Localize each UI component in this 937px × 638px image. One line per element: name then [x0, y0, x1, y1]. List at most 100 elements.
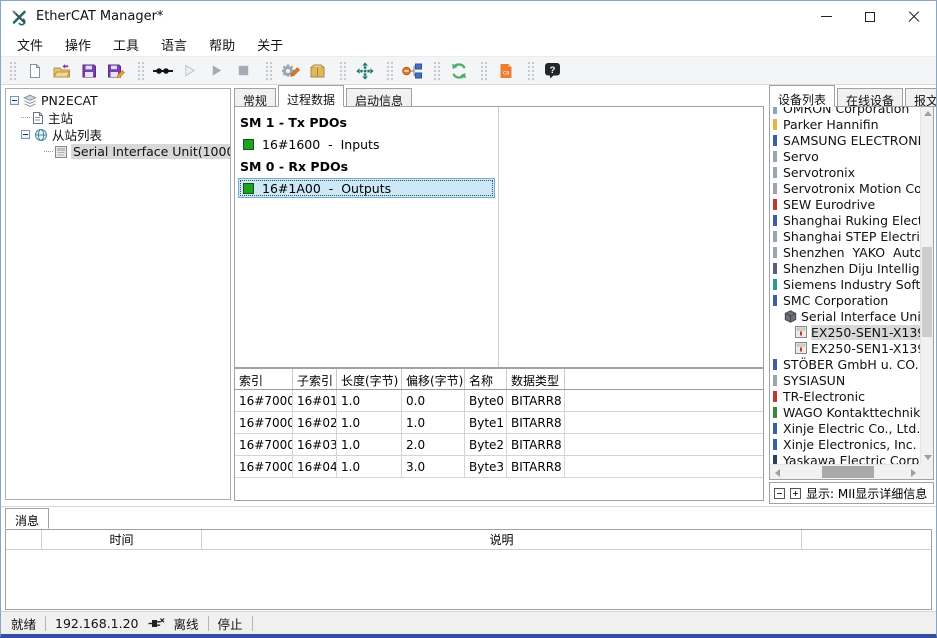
save-button[interactable] — [76, 58, 101, 83]
tree-branch-line — [44, 151, 53, 152]
device-list-item[interactable]: Xinje Electric Co., Ltd. — [770, 420, 920, 436]
tab-center-2[interactable]: 启动信息 — [346, 88, 413, 108]
tree-branch-line — [21, 117, 30, 118]
help-button[interactable]: ? — [540, 58, 565, 83]
table-cell: 16#7000 — [235, 412, 293, 433]
menu-item-2[interactable]: 工具 — [102, 32, 150, 57]
device-list-item[interactable]: SYSIASUN — [770, 372, 920, 388]
device-list-item[interactable]: Servotronix Motion Con — [770, 180, 920, 196]
horizontal-scroll-thumb[interactable] — [822, 466, 874, 478]
pdo-checkbox[interactable] — [243, 182, 254, 194]
run-outline-icon — [185, 64, 196, 77]
node-config-button[interactable] — [399, 58, 424, 83]
menu-item-5[interactable]: 关于 — [246, 32, 294, 57]
device-list-item[interactable]: WAGO Kontakttechnik ( — [770, 404, 920, 420]
device-list-item[interactable]: SAMSUNG ELECTRONIC — [770, 132, 920, 148]
table-cell: BITARR8 — [507, 390, 565, 411]
tab-right-0[interactable]: 设备列表 — [769, 85, 836, 107]
table-row[interactable]: 16#7000 16#02 1.0 1.0 Byte1 BITARR8 — [235, 412, 763, 434]
stop-button[interactable] — [231, 58, 256, 83]
export-log-button[interactable]: ca — [493, 58, 518, 83]
horizontal-scrollbar[interactable] — [770, 464, 920, 479]
tree-node-root[interactable]: PN2ECAT — [6, 92, 230, 109]
device-list-item[interactable]: Servotronix — [770, 164, 920, 180]
device-list-item[interactable]: Shenzhen YAKO Autor — [770, 244, 920, 260]
stop-icon — [238, 65, 249, 76]
new-file-button[interactable] — [22, 58, 47, 83]
menu-item-3[interactable]: 语言 — [150, 32, 198, 57]
pdo-item[interactable]: 16#1600 - Inputs — [238, 134, 495, 154]
device-label: Yaskawa Electric Corpor — [783, 452, 920, 465]
device-list-item[interactable]: Parker Hannifin — [770, 116, 920, 132]
minimize-button[interactable] — [804, 1, 848, 32]
device-list-item[interactable]: Serial Interface Unit — [770, 308, 920, 324]
pdo-label: 16#1600 - Inputs — [262, 136, 380, 152]
vertical-scrollbar[interactable] — [920, 107, 933, 464]
network-disconnected-icon — [148, 617, 165, 630]
tree-node-master[interactable]: 主站 — [6, 109, 230, 126]
device-list-item[interactable]: Shanghai Ruking Electro — [770, 212, 920, 228]
tab-center-1[interactable]: 过程数据 — [278, 85, 345, 107]
run-outline-button[interactable] — [177, 58, 202, 83]
tree-node-slave-list[interactable]: 从站列表 — [6, 126, 230, 143]
table-row[interactable]: 16#7000 16#04 1.0 3.0 Byte3 BITARR8 — [235, 456, 763, 478]
tab-center-0[interactable]: 常规 — [234, 88, 277, 108]
device-label: SAMSUNG ELECTRONIC — [783, 132, 920, 148]
device-list-item[interactable]: Shanghai STEP Electric — [770, 228, 920, 244]
close-icon — [908, 11, 920, 23]
device-list-item[interactable]: Shenzhen Diju Intelliger — [770, 260, 920, 276]
run-button[interactable] — [204, 58, 229, 83]
tab-messages[interactable]: 消息 — [5, 508, 50, 529]
vendor-logo-icon — [773, 406, 777, 418]
refresh-button[interactable] — [446, 58, 471, 83]
tree-node-slave[interactable]: Serial Interface Unit(1000) — [6, 143, 230, 160]
device-list-item[interactable]: EX250-SEN1-X139 — [770, 324, 920, 340]
scroll-up-arrow[interactable] — [921, 107, 933, 120]
vendor-logo-icon — [773, 454, 777, 464]
connect-button[interactable] — [150, 58, 175, 83]
settings-edit-button[interactable] — [278, 58, 303, 83]
scroll-down-arrow[interactable] — [921, 451, 933, 464]
menu-item-4[interactable]: 帮助 — [198, 32, 246, 57]
device-list-item[interactable]: TR-Electronic — [770, 388, 920, 404]
expand-all-button[interactable] — [790, 487, 801, 499]
pdo-checkbox[interactable] — [243, 138, 254, 150]
device-list-item[interactable]: Yaskawa Electric Corpor — [770, 452, 920, 464]
device-label: Servotronix Motion Con — [783, 180, 920, 196]
table-row[interactable]: 16#7000 16#01 1.0 0.0 Byte0 BITARR8 — [235, 390, 763, 412]
scroll-right-arrow[interactable] — [906, 465, 920, 479]
menu-item-1[interactable]: 操作 — [54, 32, 102, 57]
table-cell: 16#01 — [293, 390, 337, 411]
vertical-scroll-thumb[interactable] — [922, 247, 932, 337]
package-button[interactable] — [305, 58, 330, 83]
tab-right-2[interactable]: 报文 — [905, 88, 936, 108]
maximize-button[interactable] — [848, 1, 892, 32]
device-list-item[interactable]: EX250-SEN1-X139 — [770, 340, 920, 356]
vendor-logo-icon — [773, 278, 777, 290]
collapse-all-button[interactable] — [774, 487, 785, 499]
topology-button[interactable] — [352, 58, 377, 83]
table-header-cell: 子索引 — [293, 369, 337, 389]
device-list-item[interactable]: SEW Eurodrive — [770, 196, 920, 212]
pdo-item[interactable]: 16#1A00 - Outputs — [238, 178, 495, 198]
device-list-item[interactable]: OMRON Corporation — [770, 107, 920, 116]
collapse-expander-icon[interactable] — [10, 96, 19, 105]
table-row[interactable]: 16#7000 16#03 1.0 2.0 Byte2 BITARR8 — [235, 434, 763, 456]
menu-item-0[interactable]: 文件 — [6, 32, 54, 57]
tab-right-1[interactable]: 在线设备 — [837, 88, 904, 108]
device-list-item[interactable]: STÖBER GmbH u. CO. K — [770, 356, 920, 372]
device-list-item[interactable]: Siemens Industry Softw — [770, 276, 920, 292]
toolbar-grip — [136, 59, 144, 82]
open-file-button[interactable] — [49, 58, 74, 83]
center-tab-strip: 常规 过程数据 启动信息 — [234, 85, 414, 108]
vendor-logo-icon — [773, 374, 777, 386]
device-list-item[interactable]: SMC Corporation — [770, 292, 920, 308]
scroll-left-arrow[interactable] — [770, 465, 784, 479]
collapse-expander-icon[interactable] — [21, 130, 30, 139]
arrow-right-icon — [910, 468, 916, 477]
close-button[interactable] — [892, 1, 936, 32]
device-list-item[interactable]: Xinje Electronics, Inc. — [770, 436, 920, 452]
save-as-button[interactable] — [103, 58, 128, 83]
device-list-item[interactable]: Servo — [770, 148, 920, 164]
slave-module-icon — [55, 145, 67, 158]
